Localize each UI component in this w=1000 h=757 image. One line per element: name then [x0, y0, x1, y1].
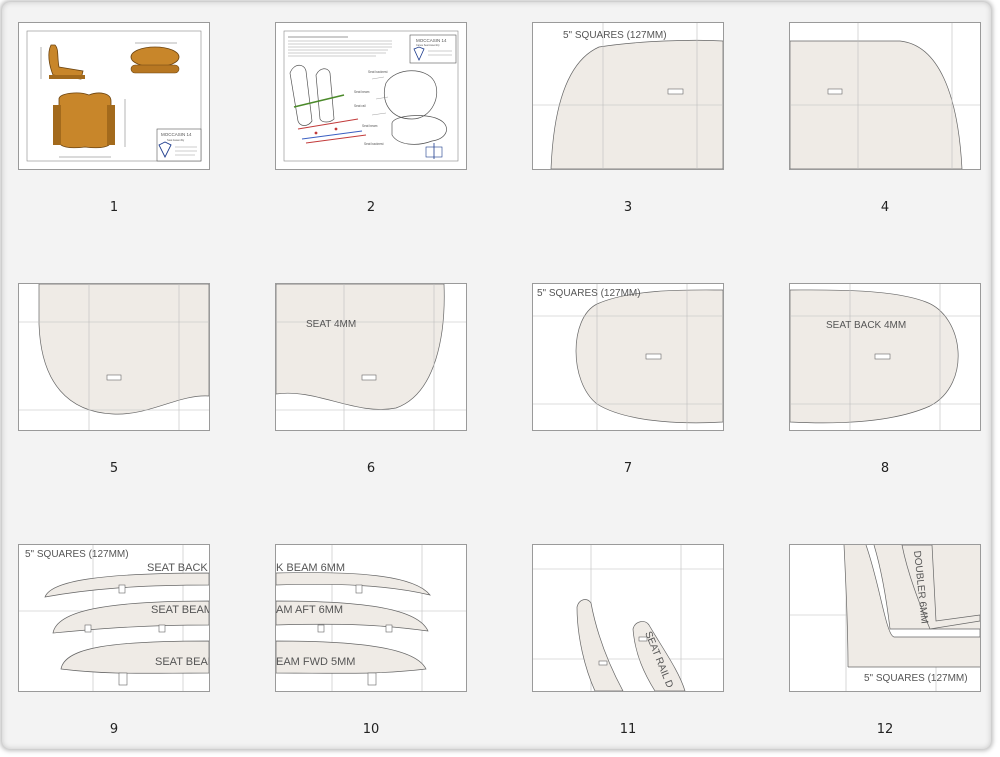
page-thumbnail-3[interactable]: 5" SQUARES (127MM) [532, 22, 724, 170]
drawing-overview: MOCCASIN 14 Seat Assembly [26, 30, 202, 162]
thumbnail-cell: SEAT 4MM 6 [275, 283, 467, 476]
cover-subtitle: Seat Assembly [167, 138, 185, 142]
page-thumbnail-2[interactable]: Seat backrest Seat beam Seat rail Seat b… [275, 22, 467, 170]
thumbnail-cell: Seat backrest Seat beam Seat rail Seat b… [275, 22, 467, 215]
page-thumbnail-12[interactable]: DOUBLER 6MM 5" SQUARES (127MM) [789, 544, 981, 692]
part-label-1: K BEAM 6MM [276, 562, 345, 574]
thumbnail-cell: SEAT BACK 4MM 8 [789, 283, 981, 476]
part-label-seat-back: SEAT BACK 4MM [826, 320, 906, 331]
page-number: 12 [876, 722, 894, 737]
page-thumbnail-5[interactable] [18, 283, 210, 431]
scale-note: 5" SQUARES (127MM) [25, 549, 129, 560]
page-thumbnail-9[interactable]: 5" SQUARES (127MM) SEAT BACK B SEAT BEAM… [18, 544, 210, 692]
cover-title: MOCCASIN 14 [161, 132, 192, 137]
scale-note: 5" SQUARES (127MM) [537, 288, 641, 299]
thumbnail-cell: DOUBLER 6MM 5" SQUARES (127MM) 12 [789, 544, 981, 737]
pattern-seat-top-left: 5" SQUARES (127MM) [533, 23, 723, 169]
instructions-title: MOCCASIN 14 [416, 38, 447, 43]
page-number: 6 [366, 461, 376, 476]
page-thumbnail-1[interactable]: MOCCASIN 14 Seat Assembly [18, 22, 210, 170]
part-label-seat: SEAT 4MM [306, 319, 356, 330]
thumbnail-grid: MOCCASIN 14 Seat Assembly 1 Seat backres… [18, 22, 981, 737]
page-number: 2 [366, 200, 376, 215]
pattern-seat-rails: SEAT RAIL D [533, 545, 723, 691]
page-number: 1 [109, 200, 119, 215]
page-thumbnail-7[interactable]: 5" SQUARES (127MM) [532, 283, 724, 431]
page-thumbnail-8[interactable]: SEAT BACK 4MM [789, 283, 981, 431]
callout-2: Seat beam [354, 90, 370, 94]
page-thumbnail-4[interactable] [789, 22, 981, 170]
scale-note: 5" SQUARES (127MM) [864, 673, 968, 684]
page-number: 11 [619, 722, 637, 737]
pattern-seatback-right: SEAT BACK 4MM [790, 284, 980, 430]
part-label-3: EAM FWD 5MM [276, 656, 355, 668]
callout-3: Seat rail [354, 104, 366, 108]
page-number: 7 [623, 461, 633, 476]
page-number: 5 [109, 461, 119, 476]
pattern-beams-left: 5" SQUARES (127MM) SEAT BACK B SEAT BEAM… [19, 545, 209, 691]
page-number: 8 [880, 461, 890, 476]
thumbnail-cell: 5" SQUARES (127MM) 3 [532, 22, 724, 215]
pattern-seat-bottom-left [19, 284, 209, 430]
callout-5: Seat backrest [364, 142, 384, 146]
page-number: 3 [623, 200, 633, 215]
pattern-seat-bottom-right: SEAT 4MM [276, 284, 466, 430]
scale-note: 5" SQUARES (127MM) [563, 30, 667, 41]
part-label-1: SEAT BACK B [147, 562, 209, 574]
pattern-beams-right: K BEAM 6MM AM AFT 6MM EAM FWD 5MM [276, 545, 466, 691]
page-thumbnail-10[interactable]: K BEAM 6MM AM AFT 6MM EAM FWD 5MM [275, 544, 467, 692]
thumbnail-cell: 4 [789, 22, 981, 215]
part-label-3: SEAT BEAM [155, 656, 209, 668]
thumbnail-cell: MOCCASIN 14 Seat Assembly 1 [18, 22, 210, 215]
drawing-assembly: Seat backrest Seat beam Seat rail Seat b… [283, 30, 459, 162]
callout-4: Seat beam [362, 124, 378, 128]
page-thumbnail-6[interactable]: SEAT 4MM [275, 283, 467, 431]
page-number: 4 [880, 200, 890, 215]
part-label-2: SEAT BEAM [151, 604, 209, 616]
part-label-2: AM AFT 6MM [276, 604, 343, 616]
page-thumbnail-viewer: MOCCASIN 14 Seat Assembly 1 Seat backres… [2, 2, 991, 749]
pattern-seat-top-right [790, 23, 980, 169]
thumbnail-cell: 5 [18, 283, 210, 476]
page-number: 9 [109, 722, 119, 737]
pattern-doubler: DOUBLER 6MM 5" SQUARES (127MM) [790, 545, 980, 691]
callout-1: Seat backrest [368, 70, 388, 74]
pattern-seatback-left: 5" SQUARES (127MM) [533, 284, 723, 430]
instructions-subtitle: Canoe Seat Assembly [416, 44, 440, 47]
thumbnail-cell: 5" SQUARES (127MM) SEAT BACK B SEAT BEAM… [18, 544, 210, 737]
thumbnail-cell: 5" SQUARES (127MM) 7 [532, 283, 724, 476]
page-thumbnail-11[interactable]: SEAT RAIL D [532, 544, 724, 692]
thumbnail-cell: SEAT RAIL D 11 [532, 544, 724, 737]
page-number: 10 [362, 722, 380, 737]
thumbnail-cell: K BEAM 6MM AM AFT 6MM EAM FWD 5MM 10 [275, 544, 467, 737]
